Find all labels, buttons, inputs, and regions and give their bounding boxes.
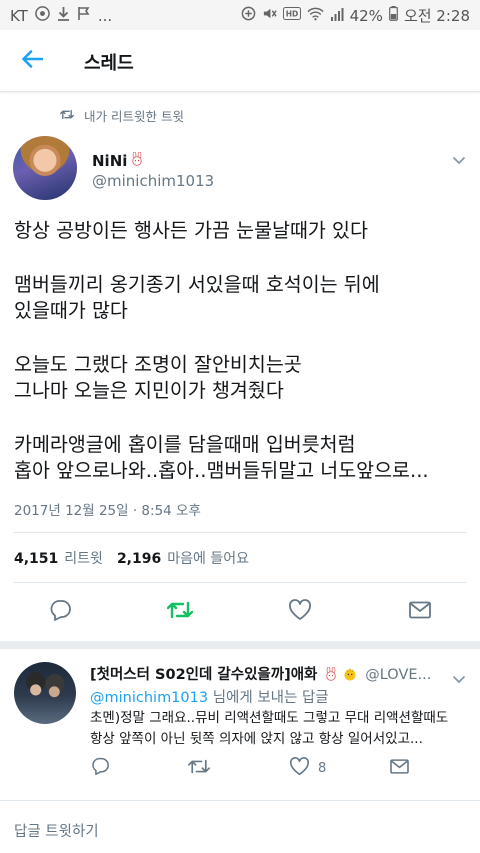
reply-handle-time: @LOVE... · 4일 [365, 667, 435, 683]
reply-line: 초멘)정말 그래요..뮤비 리액션할때도 그렇고 무대 리액션할때도 [90, 710, 449, 726]
tweet-line: 항상 공방이든 행사든 가끔 눈물날때가 있다 [14, 219, 368, 242]
retweet-icon [166, 600, 194, 624]
retweet-button[interactable] [166, 598, 194, 626]
tweet-paragraph: 카메라앵글에 홉이를 담을때매 입버릇처럼홉아 앞으로나와..홉아..맴버들뒤말… [14, 432, 466, 484]
rabbit-emoji-icon [130, 151, 144, 170]
chick-emoji-icon [343, 667, 357, 685]
retweet-context: 내가 리트윗한 트윗 [60, 106, 184, 125]
envelope-icon [389, 758, 410, 779]
reply-button[interactable] [46, 598, 74, 626]
more-notifications: ... [97, 7, 113, 25]
tweet-line: 있을때가 많다 [14, 299, 128, 322]
divider [14, 532, 466, 533]
reply-retweet-button[interactable] [188, 757, 210, 779]
reply-options-chevron-icon[interactable] [452, 669, 466, 688]
divider [0, 800, 480, 801]
section-separator [0, 641, 480, 649]
reply-author-name: [첫머스터 S02인데 갈수있을까]애화 [90, 667, 318, 683]
divider [14, 582, 466, 583]
author-name-row[interactable]: NiNi [92, 151, 144, 170]
tweet-stats: 4,151 리트윗 2,196 마음에 들어요 [14, 548, 249, 568]
wifi-icon [307, 7, 324, 26]
reply-reply-button[interactable] [90, 757, 110, 779]
rabbit-emoji-icon [324, 666, 338, 685]
reply-dm-button[interactable] [389, 757, 410, 779]
author-handle[interactable]: @minichim1013 [92, 172, 214, 190]
retweet-count: 4,151 [14, 551, 59, 567]
retweet-stat[interactable]: 4,151 리트윗 [14, 548, 103, 568]
battery-percent: 42% [349, 7, 383, 25]
author-avatar[interactable] [13, 136, 77, 200]
clock: 오전 2:28 [403, 7, 470, 25]
reply-author-avatar[interactable] [14, 662, 76, 724]
reply-compose-input[interactable]: 답글 트윗하기 [14, 820, 99, 841]
retweet-small-icon [60, 108, 74, 123]
tweet-text: 항상 공방이든 행사든 가끔 눈물날때가 있다맴버들끼리 옹기종기 서있을때 호… [14, 218, 466, 512]
battery-icon [389, 6, 398, 26]
like-stat[interactable]: 2,196 마음에 들어요 [117, 548, 249, 568]
like-button[interactable] [286, 598, 314, 626]
tweet-options-chevron-icon[interactable] [452, 150, 466, 169]
download-icon [57, 6, 70, 26]
reply-icon [48, 599, 72, 625]
tweet-line: 그나마 오늘은 지민이가 챙겨줬다 [14, 379, 284, 402]
like-stat-label: 마음에 들어요 [167, 551, 249, 567]
reply-header[interactable]: [첫머스터 S02인데 갈수있을까]애화 @LOVE... · 4일 [90, 663, 435, 685]
envelope-icon [408, 600, 432, 624]
reply-like-button[interactable]: 8 [289, 756, 327, 780]
heart-icon [289, 756, 310, 780]
page-title: 스레드 [84, 53, 134, 74]
heart-icon [288, 599, 312, 625]
retweet-stat-label: 리트윗 [64, 551, 103, 567]
tweet-paragraph: 오늘도 그랬다 조명이 잘안비치는곳그나마 오늘은 지민이가 챙겨줬다 [14, 352, 466, 404]
reply-icon [90, 757, 110, 779]
author-name: NiNi [92, 152, 128, 170]
tweet-paragraph: 맴버들끼리 옹기종기 서있을때 호석이는 뒤에있을때가 많다 [14, 272, 466, 324]
hd-icon: HD [282, 7, 301, 25]
reply-to-mention[interactable]: @minichim1013 [90, 690, 208, 706]
reply-line: 항상 앞쪽이 아닌 뒷쪽 의자에 앉지 않고 항상 일어서있고... [90, 731, 423, 747]
tweet-line: 오늘도 그랬다 조명이 잘안비치는곳 [14, 353, 302, 376]
retweet-icon [188, 758, 210, 779]
svg-text:HD: HD [285, 10, 298, 19]
reply-actions: 8 [0, 756, 480, 780]
reply-to-suffix: 님에게 보내는 답글 [208, 690, 329, 706]
mute-icon [262, 6, 277, 26]
tweet-actions [0, 598, 480, 626]
tweet-line: 홉아 앞으로나와..홉아..맴버들뒤말고 너도앞으로... [14, 459, 429, 482]
like-count: 2,196 [116, 551, 162, 567]
replying-to: @minichim1013 님에게 보내는 답글 [90, 686, 329, 707]
tweet-line: 맴버들끼리 옹기종기 서있을때 호석이는 뒤에 [14, 273, 380, 296]
signal-icon [330, 7, 344, 26]
flag-icon [77, 6, 91, 26]
data-saver-icon [241, 6, 256, 26]
tweet-timestamp: 2017년 12월 25일 · 8:54 오후 [14, 503, 201, 519]
retweet-context-label: 내가 리트윗한 트윗 [84, 109, 184, 124]
direct-message-button[interactable] [406, 598, 434, 626]
back-button[interactable] [14, 44, 50, 78]
status-bar: KT ... HD 42% 오전 2:28 [0, 0, 480, 30]
tweet-line: 카메라앵글에 홉이를 담을때매 입버릇처럼 [14, 433, 356, 456]
reply-like-count: 8 [318, 760, 327, 776]
chrome-icon [35, 6, 50, 26]
carrier-label: KT [10, 7, 28, 25]
app-bar: 스레드 [0, 30, 480, 92]
back-arrow-icon [21, 50, 44, 72]
tweet-paragraph: 항상 공방이든 행사든 가끔 눈물날때가 있다 [14, 218, 466, 244]
reply-text: 초멘)정말 그래요..뮤비 리액션할때도 그렇고 무대 리액션할때도 항상 앞쪽… [90, 708, 470, 750]
